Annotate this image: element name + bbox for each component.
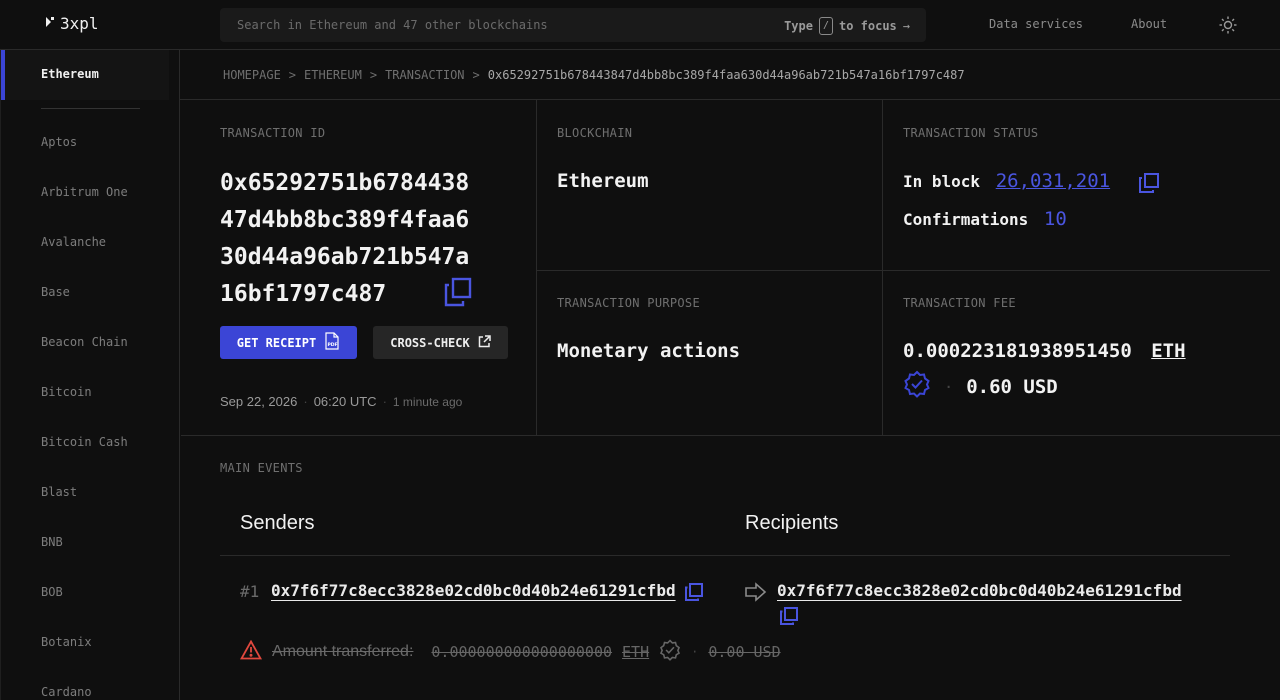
sidebar-item-beacon-chain[interactable]: Beacon Chain: [41, 335, 128, 349]
sidebar-item-bob[interactable]: BOB: [41, 585, 63, 599]
breadcrumb-current: 0x65292751b678443847d4bb8bc389f4faa630d4…: [487, 68, 965, 82]
amount-usd: 0.00 USD: [708, 643, 781, 661]
sidebar-item-label: Ethereum: [41, 67, 99, 81]
panel-divider: [882, 100, 883, 435]
recipient-address-link[interactable]: 0x7f6f77c8ecc3828e02cd0bc0d40b24e61291cf…: [777, 581, 1182, 600]
amount-currency[interactable]: ETH: [622, 643, 649, 661]
confirmations-value: 10: [1043, 208, 1067, 230]
fee-amount: 0.000223181938951450: [903, 340, 1132, 362]
pdf-icon: PDF: [324, 332, 340, 353]
get-receipt-label: GET RECEIPT: [236, 335, 317, 350]
senders-title: Senders: [240, 512, 315, 534]
search-hint-prefix: Type: [784, 19, 813, 33]
breadcrumb-separator: >: [472, 68, 480, 82]
sidebar-item-aptos[interactable]: Aptos: [41, 135, 77, 149]
logo-text: 3xpl: [60, 14, 99, 33]
warning-icon: [239, 639, 263, 664]
breadcrumb-homepage[interactable]: HOMEPAGE: [223, 68, 281, 82]
sidebar-item-ethereum[interactable]: Ethereum: [1, 50, 169, 100]
breadcrumb: HOMEPAGE > ETHEREUM > TRANSACTION >0x65292751…: [180, 50, 1280, 100]
nav-data-services[interactable]: Data services: [989, 17, 1083, 31]
transaction-date: Sep 22, 2026: [220, 394, 298, 409]
sidebar-item-bitcoin-cash[interactable]: Bitcoin Cash: [41, 435, 128, 449]
get-receipt-button[interactable]: GET RECEIPT PDF: [220, 326, 357, 359]
verified-badge-icon: [659, 639, 681, 665]
copy-icon[interactable]: [684, 582, 704, 606]
section-divider: [181, 435, 1280, 436]
search-hint: Type / to focus →: [784, 17, 910, 35]
blockchain-sidebar: Ethereum Aptos Arbitrum One Avalanche Ba…: [0, 50, 180, 700]
fee-usd: 0.60 USD: [966, 375, 1058, 398]
block-number-link[interactable]: 26,031,201: [996, 170, 1110, 192]
search-box[interactable]: Type / to focus →: [220, 8, 926, 42]
sidebar-item-bnb[interactable]: BNB: [41, 535, 63, 549]
copy-icon[interactable]: [1138, 172, 1160, 194]
fee-label: TRANSACTION FEE: [903, 296, 1016, 310]
transaction-time: 06:20 UTC: [313, 394, 377, 409]
main-events-label: MAIN EVENTS: [220, 461, 303, 475]
external-link-icon: [478, 334, 491, 351]
slash-key-icon: /: [818, 17, 833, 35]
panel-divider: [536, 100, 537, 435]
amount-transferred-value: 0.000000000000000000: [431, 643, 613, 661]
sender-address-link[interactable]: 0x7f6f77c8ecc3828e02cd0bc0d40b24e61291cf…: [271, 581, 676, 600]
fee-usd-row: · 0.60 USD: [903, 370, 1058, 403]
sidebar-item-base[interactable]: Base: [41, 285, 70, 299]
event-index: #1: [240, 582, 260, 601]
sidebar-item-arbitrum-one[interactable]: Arbitrum One: [41, 185, 128, 199]
events-header-divider: [220, 555, 1230, 556]
sidebar-item-botanix[interactable]: Botanix: [41, 635, 92, 649]
block-label: In block: [903, 172, 981, 191]
recipients-title: Recipients: [745, 512, 839, 534]
search-hint-suffix: to focus: [838, 19, 897, 33]
arrow-right-icon: →: [902, 19, 910, 33]
transaction-ago: 1 minute ago: [392, 395, 463, 409]
transaction-id-label: TRANSACTION ID: [220, 126, 326, 140]
logo-mark-icon: [44, 16, 56, 31]
breadcrumb-transaction[interactable]: TRANSACTION: [385, 68, 464, 82]
theme-toggle-sun-icon[interactable]: [1218, 15, 1238, 35]
purpose-value: Monetary actions: [557, 340, 741, 362]
panel-divider: [537, 270, 1270, 271]
fee-amount-row: 0.000223181938951450 ETH: [903, 340, 1186, 362]
status-label: TRANSACTION STATUS: [903, 126, 1039, 140]
copy-icon[interactable]: [779, 606, 799, 630]
fee-currency[interactable]: ETH: [1151, 340, 1185, 362]
transaction-id: 0x65292751b678443847d4bb8bc389f4faa630d4…: [220, 170, 470, 307]
sidebar-item-avalanche[interactable]: Avalanche: [41, 235, 106, 249]
purpose-label: TRANSACTION PURPOSE: [557, 296, 700, 310]
blockchain-label: BLOCKCHAIN: [557, 126, 633, 140]
cross-check-label: CROSS-CHECK: [390, 335, 470, 350]
breadcrumb-ethereum[interactable]: ETHEREUM: [304, 68, 362, 82]
arrow-right-icon: [745, 582, 767, 606]
sidebar-item-cardano[interactable]: Cardano: [41, 685, 92, 699]
search-input[interactable]: [220, 8, 740, 42]
verified-badge-icon: [903, 370, 931, 403]
copy-icon[interactable]: [444, 277, 472, 307]
sidebar-item-blast[interactable]: Blast: [41, 485, 77, 499]
top-header: 3xpl Type / to focus → Data services Abo…: [0, 0, 1280, 50]
blockchain-value[interactable]: Ethereum: [557, 170, 649, 192]
cross-check-button[interactable]: CROSS-CHECK: [373, 326, 508, 359]
block-row: In block 26,031,201: [903, 170, 1160, 194]
sidebar-divider: [41, 108, 140, 109]
confirmations-label: Confirmations: [903, 210, 1029, 229]
active-indicator: [1, 50, 5, 100]
separator-dot: ·: [945, 379, 953, 394]
amount-transferred-row: Amount transferred: 0.000000000000000000…: [239, 639, 781, 665]
breadcrumb-separator: >: [369, 68, 378, 82]
confirmations-row: Confirmations 10: [903, 208, 1067, 230]
nav-about[interactable]: About: [1131, 17, 1167, 31]
svg-text:PDF: PDF: [328, 342, 338, 348]
breadcrumb-separator: >: [288, 68, 297, 82]
separator-dot: ·: [691, 645, 699, 659]
amount-transferred-label: Amount transferred:: [272, 643, 414, 660]
sidebar-item-bitcoin[interactable]: Bitcoin: [41, 385, 92, 399]
transaction-datetime: Sep 22, 2026 · 06:20 UTC · 1 minute ago: [220, 394, 463, 409]
logo[interactable]: 3xpl: [44, 14, 99, 33]
